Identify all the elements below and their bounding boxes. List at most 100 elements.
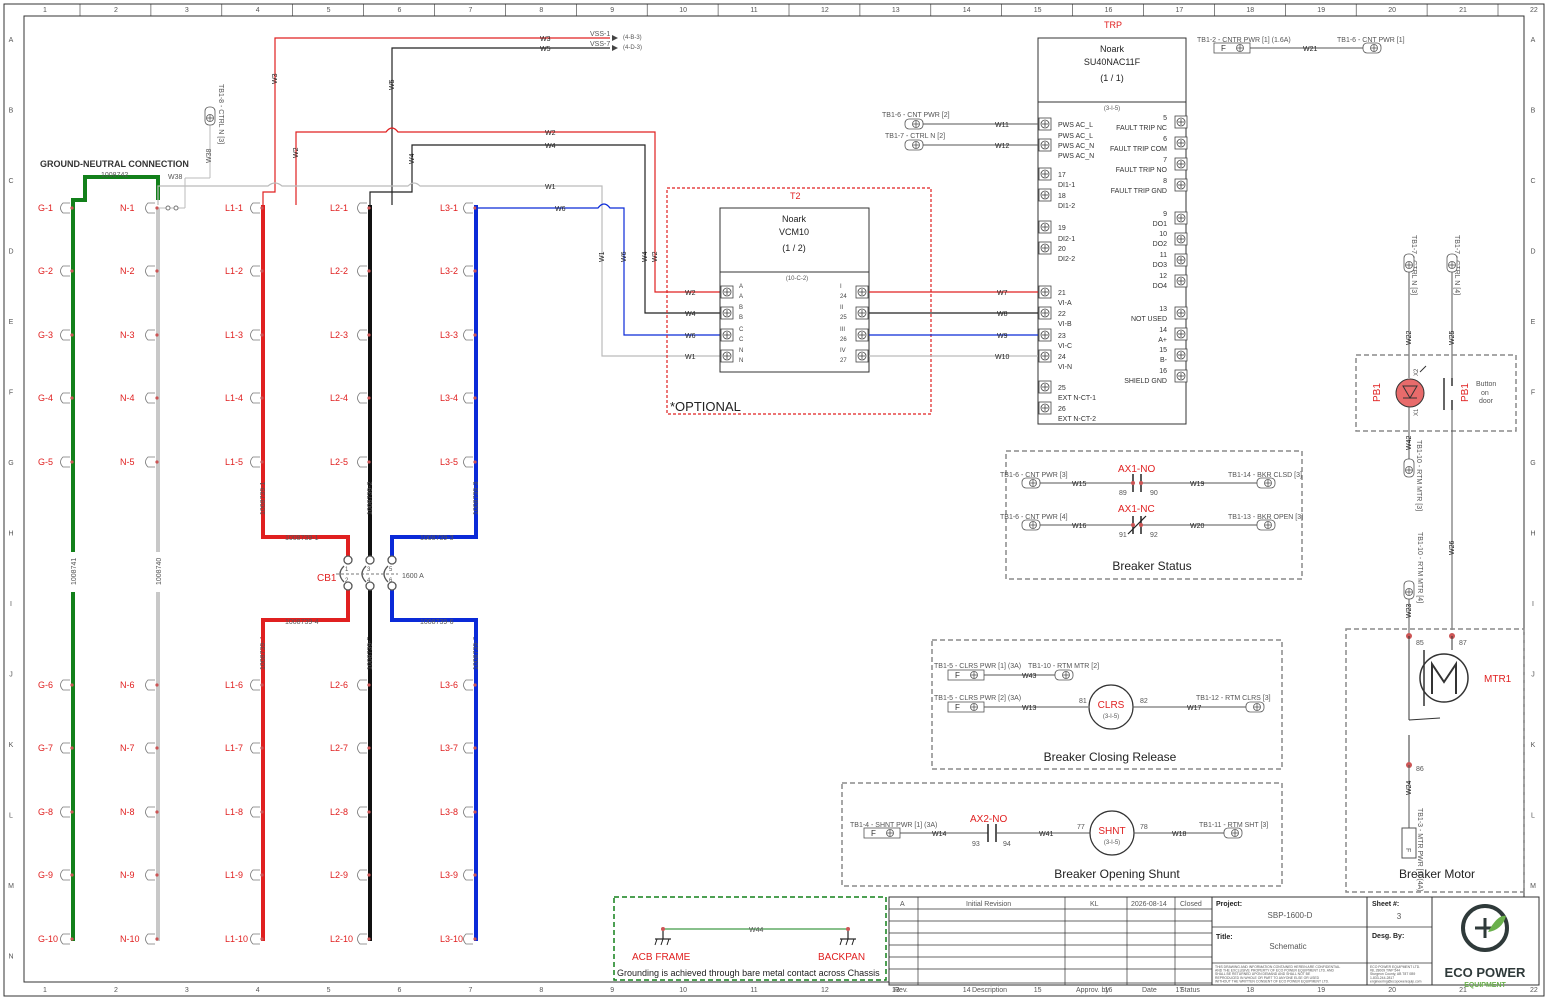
grid-col-top: 16: [1105, 7, 1113, 14]
trp-left-terminal: [1038, 380, 1052, 394]
w1-vert: W1: [599, 251, 606, 262]
w4-vert: W4: [409, 153, 416, 164]
grid-col-top: 19: [1317, 7, 1325, 14]
grid-col-bottom: 9: [610, 987, 614, 994]
grid-col-bottom: 15: [1034, 987, 1042, 994]
bus-label-l3: L3-1: [440, 203, 458, 213]
tb-rev-a: A: [900, 901, 905, 908]
bus-lug: [463, 679, 473, 691]
trp-right-term: FAULT TRIP NC: [1116, 125, 1167, 132]
pin-93: 93: [972, 841, 980, 848]
bus-lug-dot: [70, 873, 74, 877]
grid-col-bottom: 18: [1246, 987, 1254, 994]
pin-86: 86: [1416, 766, 1424, 773]
bus-lug-dot: [155, 269, 159, 273]
bus-label-l1: L1-5: [225, 457, 243, 467]
grid-row-right: C: [1530, 178, 1535, 185]
trp-left-term: 24: [1058, 354, 1066, 361]
bus-lug-dot: [473, 873, 477, 877]
bus-lug: [60, 329, 70, 341]
bus-label-n: N-10: [120, 934, 140, 944]
bus-lug-dot: [260, 683, 264, 687]
pin-94: 94: [1003, 841, 1011, 848]
bus-lug: [357, 742, 367, 754]
shnt-coil-tag: SHNT: [1098, 826, 1125, 837]
bus-lug: [463, 456, 473, 468]
bus-label-n: N-2: [120, 266, 135, 276]
ax1-no-tag: AX1-NO: [1118, 464, 1155, 475]
bus-label-n: N-6: [120, 680, 135, 690]
col-rev: Rev.: [894, 987, 908, 994]
grid-col-top: 3: [185, 7, 189, 14]
trp-left-term: DI1-2: [1058, 203, 1075, 210]
w11-label: W11: [995, 122, 1009, 129]
grid-col-top: 13: [892, 7, 900, 14]
w16-label: W16: [1072, 523, 1087, 530]
motor-title: Breaker Motor: [1399, 867, 1475, 881]
bus-lug: [463, 806, 473, 818]
pb-note-3: door: [1479, 398, 1494, 405]
trp-right-terminal: [1174, 306, 1188, 320]
trp-left-term: PWS AC_N: [1058, 153, 1094, 160]
trp-right-term: 13: [1159, 306, 1167, 313]
bus-label-l2: L2-9: [330, 870, 348, 880]
sheet-label: Sheet #:: [1372, 901, 1399, 908]
bus-lug-dot: [260, 206, 264, 210]
trp-right-term: 12: [1159, 273, 1167, 280]
bus-label-l3: L3-10: [440, 934, 463, 944]
w2-vert-2: W2: [652, 251, 659, 262]
grid-col-top: 18: [1246, 7, 1254, 14]
bus-lug: [250, 329, 260, 341]
bus-label-g: G-1: [38, 203, 53, 213]
col-status: Status: [1180, 987, 1200, 994]
grid-col-bottom: 3: [185, 987, 189, 994]
grid-col-top: 4: [256, 7, 260, 14]
grid-col-top: 12: [821, 7, 829, 14]
pin-77: 77: [1077, 824, 1085, 831]
bus-lug-dot: [473, 746, 477, 750]
trp-left-terminal: [1038, 220, 1052, 234]
bus-label-l2: L2-1: [330, 203, 348, 213]
part-1008739-4: 1008739-4: [285, 619, 319, 626]
bus-lug: [357, 679, 367, 691]
grid-row-left: L: [9, 813, 13, 820]
trp-right-terminal: [1174, 348, 1188, 362]
w5-vert: W5: [389, 79, 396, 90]
t2-right-terminal: [855, 285, 869, 299]
breaker-status-title: Breaker Status: [1112, 559, 1191, 573]
bus-lug: [463, 329, 473, 341]
trp-left-terminal: [1038, 285, 1052, 299]
bus-lug-dot: [70, 269, 74, 273]
cb1-pole-1: 1: [345, 567, 349, 573]
part-1008739-1: 1008739-1: [285, 535, 319, 542]
bus-lug: [250, 265, 260, 277]
tb-status: Closed: [1180, 901, 1202, 908]
t2-right-terminal: [855, 349, 869, 363]
title-block: A Initial Revision KL 2026-08-14 Closed …: [888, 896, 1540, 994]
bus-lug-dot: [155, 396, 159, 400]
grid-row-right: D: [1530, 249, 1535, 256]
w19-label: W19: [1190, 481, 1205, 488]
w2-label: W2: [545, 130, 556, 137]
bus-label-l2: L2-10: [330, 934, 353, 944]
grid-row-left: H: [8, 531, 13, 538]
trp-right-term: DO3: [1153, 262, 1168, 269]
w38-vert-label: W38: [206, 149, 213, 164]
trp-right-terminal: [1174, 211, 1188, 225]
trp-right-term: FAULT TRIP GND: [1111, 188, 1167, 195]
mtr1-tag: MTR1: [1484, 674, 1512, 685]
trp-left-term: PWS AC_L: [1058, 122, 1093, 129]
grid-row-left: N: [8, 954, 13, 961]
bus-lug: [145, 265, 155, 277]
trp-right-term: A+: [1158, 337, 1167, 344]
bus-label-l1: L1-2: [225, 266, 243, 276]
t2-left-pin: A: [739, 284, 743, 290]
trp-ref: (3-I-5): [1104, 106, 1120, 112]
bus-part-lower: 1008739-5: [367, 636, 374, 670]
bus-lug-dot: [70, 810, 74, 814]
trp-right-term: 10: [1159, 231, 1167, 238]
vss7-ref: (4-D-3): [623, 45, 642, 51]
bus-lug: [357, 933, 367, 945]
w5-label: W5: [540, 46, 551, 53]
tb-desc: Initial Revision: [966, 901, 1011, 908]
